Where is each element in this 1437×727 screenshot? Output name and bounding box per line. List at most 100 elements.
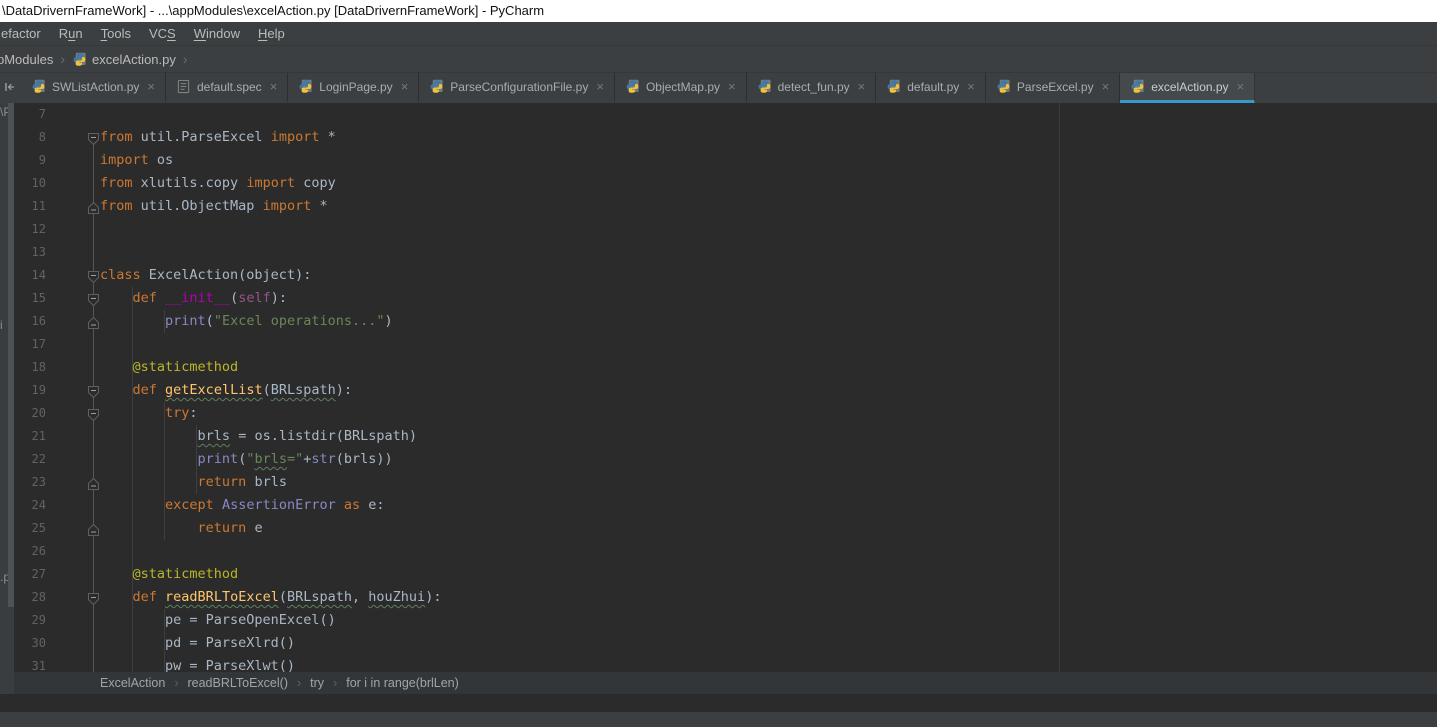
tab-swlistaction-py[interactable]: SWListAction.py× [21, 73, 166, 103]
code-line-18[interactable]: 18 @staticmethod [14, 356, 1437, 379]
fold-end-icon[interactable] [87, 314, 100, 328]
gutter-fold-cell [46, 379, 100, 402]
code-line-26[interactable]: 26 [14, 540, 1437, 563]
tab-close-icon[interactable]: × [858, 80, 866, 93]
tab-default-spec[interactable]: default.spec× [166, 73, 288, 103]
tab-label: ParseExcel.py [1017, 80, 1094, 94]
fold-end-icon[interactable] [87, 199, 100, 213]
menu-help[interactable]: Help [249, 22, 294, 45]
window-title: \DataDrivernFrameWork] - ...\appModules\… [2, 3, 544, 18]
gutter-fold-cell [46, 586, 100, 609]
tab-close-icon[interactable]: × [1237, 80, 1245, 93]
tab-loginpage-py[interactable]: LoginPage.py × [288, 73, 419, 103]
tab-close-icon[interactable]: × [1102, 80, 1110, 93]
line-number: 13 [14, 241, 46, 264]
python-file-icon [886, 79, 901, 94]
tab-detect_fun-py[interactable]: detect_fun.py× [747, 73, 877, 103]
code-line-10[interactable]: 10from xlutils.copy import copy [14, 172, 1437, 195]
menu-window[interactable]: Window [185, 22, 249, 45]
code-line-9[interactable]: 9import os [14, 149, 1437, 172]
tab-label: LoginPage.py [319, 80, 392, 94]
tab-default-py[interactable]: default.py × [876, 73, 986, 103]
tab-close-icon[interactable]: × [596, 80, 604, 93]
code-line-20[interactable]: 20 try: [14, 402, 1437, 425]
fold-collapse-icon[interactable] [87, 383, 100, 397]
code-line-22[interactable]: 22 print("brls="+str(brls)) [14, 448, 1437, 471]
code-line-16[interactable]: 16 print("Excel operations...") [14, 310, 1437, 333]
tab-close-icon[interactable]: × [728, 80, 736, 93]
code-line-27[interactable]: 27 @staticmethod [14, 563, 1437, 586]
fold-end-icon[interactable] [87, 475, 100, 489]
gutter-fold-cell [46, 563, 100, 586]
breadcrumb-item[interactable]: pModules [0, 52, 53, 67]
fold-collapse-icon[interactable] [87, 406, 100, 420]
tab-close-icon[interactable]: × [401, 80, 409, 93]
tab-bar: SWListAction.py×default.spec×LoginPage.p… [0, 72, 1437, 103]
tab-objectmap-py[interactable]: ObjectMap.py× [615, 73, 747, 103]
gutter-fold-cell [46, 333, 100, 356]
code-line-21[interactable]: 21 brls = os.listdir(BRLspath) [14, 425, 1437, 448]
python-file-icon [1130, 79, 1145, 94]
tab-close-icon[interactable]: × [967, 80, 975, 93]
code-line-25[interactable]: 25 return e [14, 517, 1437, 540]
code-text: pe = ParseOpenExcel() [100, 609, 336, 632]
project-tree-text-fragment: i [0, 318, 3, 332]
line-number: 8 [14, 126, 46, 149]
tab-parseconfigurationfile-py[interactable]: ParseConfigurationFile.py× [419, 73, 615, 103]
tab-close-icon[interactable]: × [147, 80, 155, 93]
code-line-23[interactable]: 23 return brls [14, 471, 1437, 494]
window-title-bar[interactable]: \DataDrivernFrameWork] - ...\appModules\… [0, 0, 1437, 22]
code-line-24[interactable]: 24 except AssertionError as e: [14, 494, 1437, 517]
python-file-icon [757, 79, 772, 94]
fold-collapse-icon[interactable] [87, 130, 100, 144]
project-panel-sliver[interactable]: \Pyt i .py [0, 103, 8, 694]
code-area: 78from util.ParseExcel import *9import o… [14, 103, 1437, 672]
code-line-17[interactable]: 17 [14, 333, 1437, 356]
breadcrumb-item[interactable]: readBRLToExcel() [187, 676, 288, 690]
scroll-tabs-left-icon[interactable] [0, 73, 21, 103]
code-line-31[interactable]: 31 pw = ParseXlwt() [14, 655, 1437, 672]
fold-end-icon[interactable] [87, 521, 100, 535]
menu-tools[interactable]: Tools [92, 22, 140, 45]
tab-excelaction-py[interactable]: excelAction.py× [1120, 73, 1255, 103]
breadcrumb-item[interactable]: ExcelAction [100, 676, 165, 690]
project-tree-text-fragment: \Pyt [0, 105, 8, 119]
menu-vcs[interactable]: VCS [140, 22, 185, 45]
code-text: class ExcelAction(object): [100, 264, 311, 287]
line-number: 11 [14, 195, 46, 218]
gutter-fold-cell [46, 195, 100, 218]
fold-collapse-icon[interactable] [87, 590, 100, 604]
menu-run[interactable]: Run [50, 22, 92, 45]
breadcrumb-item[interactable]: for i in range(brlLen) [346, 676, 459, 690]
tab-label: default.py [907, 80, 959, 94]
code-line-12[interactable]: 12 [14, 218, 1437, 241]
fold-collapse-icon[interactable] [87, 291, 100, 305]
breadcrumb: pModules›excelAction.py› [0, 45, 1437, 72]
gutter-fold-cell [46, 103, 100, 126]
code-editor[interactable]: 78from util.ParseExcel import *9import o… [14, 103, 1437, 672]
code-text: pw = ParseXlwt() [100, 655, 295, 672]
line-number: 27 [14, 563, 46, 586]
code-line-30[interactable]: 30 pd = ParseXlrd() [14, 632, 1437, 655]
fold-collapse-icon[interactable] [87, 268, 100, 282]
breadcrumb-item[interactable]: try [310, 676, 324, 690]
code-line-14[interactable]: 14 class ExcelAction(object): [14, 264, 1437, 287]
line-number: 14 [14, 264, 46, 287]
breadcrumb-item[interactable]: excelAction.py [72, 51, 176, 67]
menu-efactor[interactable]: efactor [0, 22, 50, 45]
code-line-8[interactable]: 8from util.ParseExcel import * [14, 126, 1437, 149]
gutter-fold-cell [46, 425, 100, 448]
tab-close-icon[interactable]: × [270, 80, 278, 93]
breadcrumb-label: excelAction.py [92, 52, 176, 67]
code-line-28[interactable]: 28 def readBRLToExcel(BRLspath, houZhui)… [14, 586, 1437, 609]
tab-parseexcel-py[interactable]: ParseExcel.py × [986, 73, 1120, 103]
code-line-7[interactable]: 7 [14, 103, 1437, 126]
code-line-15[interactable]: 15 def __init__(self): [14, 287, 1437, 310]
status-bar [0, 711, 1437, 727]
code-line-11[interactable]: 11from util.ObjectMap import * [14, 195, 1437, 218]
code-line-13[interactable]: 13 [14, 241, 1437, 264]
code-line-29[interactable]: 29 pe = ParseOpenExcel() [14, 609, 1437, 632]
code-line-19[interactable]: 19 def getExcelList(BRLspath): [14, 379, 1437, 402]
gutter-fold-cell [46, 241, 100, 264]
project-tree-text-fragment: .py [0, 570, 8, 584]
